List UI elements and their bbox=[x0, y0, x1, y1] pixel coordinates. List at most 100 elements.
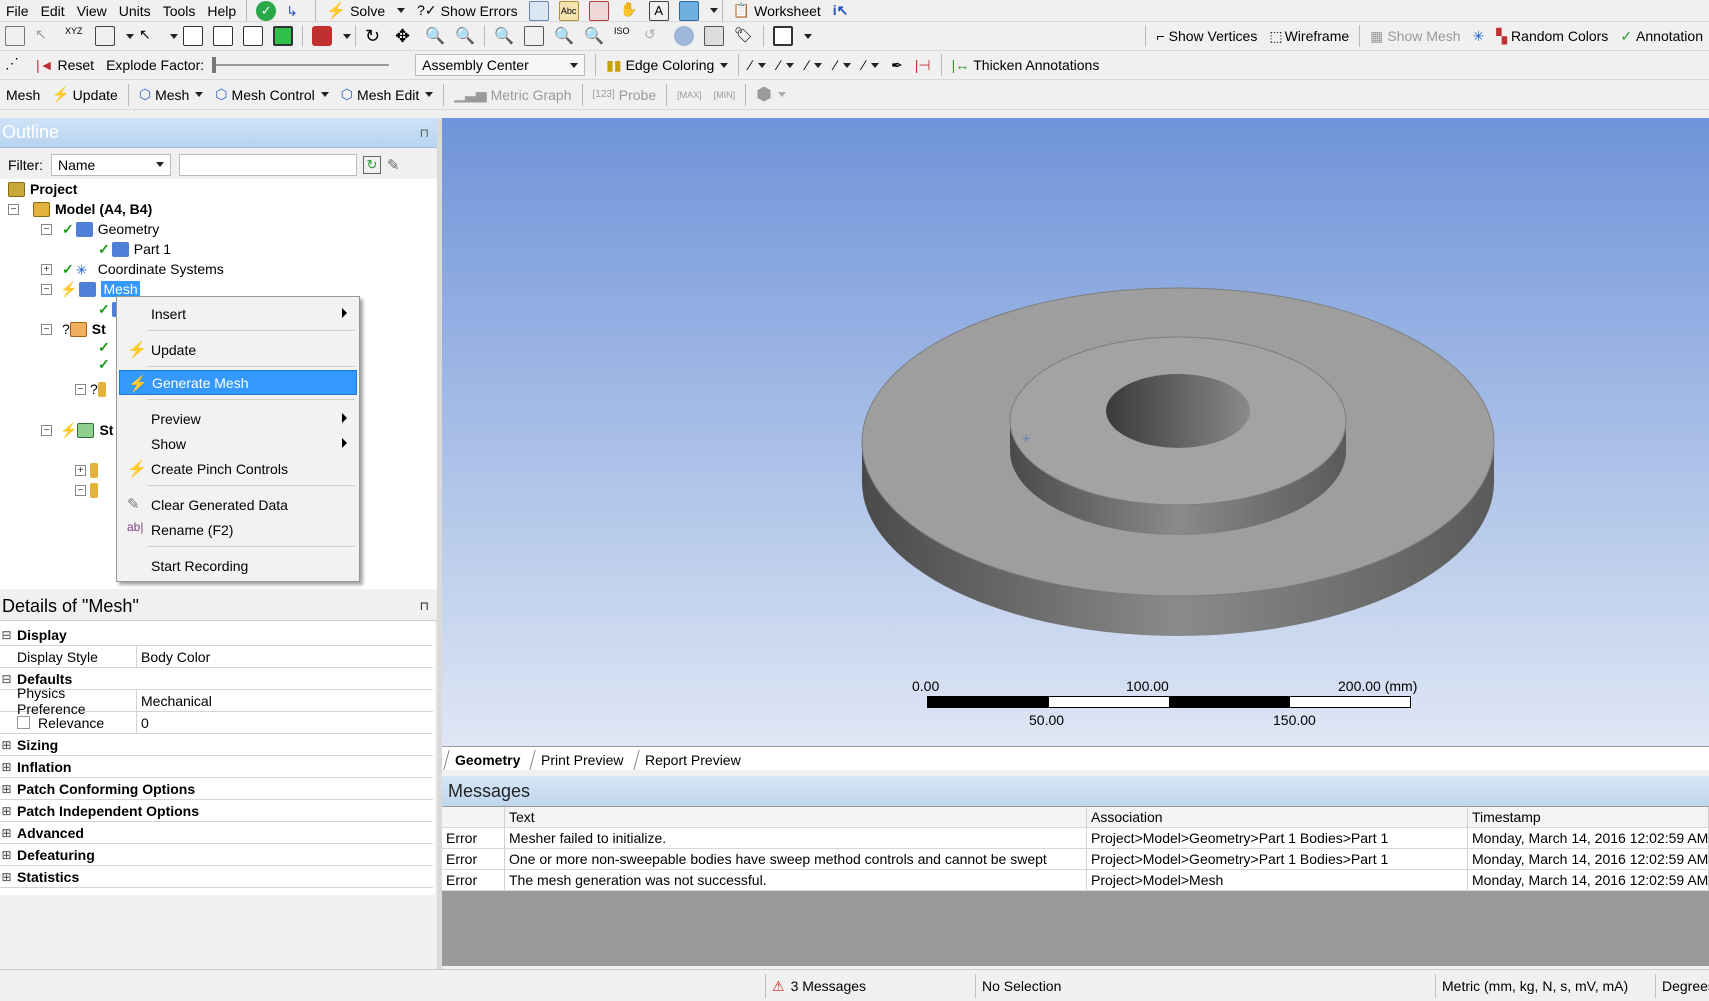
table-row[interactable]: Error Mesher failed to initialize. Proje… bbox=[442, 828, 1709, 849]
menu-file[interactable]: File bbox=[0, 0, 35, 21]
expand-icon[interactable]: + bbox=[75, 464, 86, 476]
expand-icon[interactable]: ⊞ bbox=[0, 734, 13, 755]
text-icon[interactable]: A bbox=[648, 0, 669, 21]
thin-edge-icon[interactable]: |⊣ bbox=[909, 51, 937, 79]
zoom-box-icon[interactable]: 🔍 bbox=[455, 26, 475, 46]
min-icon[interactable]: [MIN] bbox=[708, 80, 742, 109]
collapse-icon[interactable]: − bbox=[75, 383, 86, 395]
zoom-icon[interactable]: 🔍 bbox=[425, 26, 445, 46]
assembly-center-select[interactable]: Assembly Center bbox=[415, 54, 586, 76]
axis-icon[interactable]: ✳ bbox=[1467, 22, 1491, 50]
tab-report-preview[interactable]: Report Preview bbox=[633, 750, 752, 770]
update-button[interactable]: ⚡ Update bbox=[46, 80, 124, 109]
abc-icon[interactable]: Abc bbox=[558, 0, 579, 21]
details-group-display[interactable]: ⊟ Display bbox=[0, 624, 433, 646]
magnifier-grey-icon[interactable]: 🔍 bbox=[584, 26, 604, 46]
graph-link-icon[interactable]: ↳ bbox=[286, 1, 306, 21]
chevron-down-icon[interactable] bbox=[343, 33, 351, 39]
collapse-icon[interactable]: − bbox=[8, 203, 19, 215]
collapse-icon[interactable]: − bbox=[41, 283, 52, 295]
chevron-down-icon[interactable] bbox=[804, 33, 812, 39]
tree-node-geometry[interactable]: − ✓ Geometry bbox=[41, 219, 159, 239]
details-group-patch-independent[interactable]: ⊞ Patch Independent Options bbox=[0, 800, 433, 822]
table-icon[interactable] bbox=[528, 0, 549, 21]
collapse-icon[interactable]: ⊟ bbox=[0, 624, 13, 645]
expand-icon[interactable]: ⊞ bbox=[0, 844, 13, 865]
tab-geometry[interactable]: Geometry bbox=[443, 750, 532, 770]
details-group-advanced[interactable]: ⊞ Advanced bbox=[0, 822, 433, 844]
details-row-physics-preference[interactable]: Physics Preference Mechanical bbox=[0, 685, 433, 717]
info-icon[interactable]: i↖ bbox=[827, 0, 855, 21]
edge-style-4-icon[interactable]: ∕ bbox=[828, 51, 856, 79]
show-errors-button[interactable]: ?✓ Show Errors bbox=[411, 0, 524, 21]
xyz-icon[interactable]: XYZ bbox=[65, 26, 85, 46]
edge-style-2-icon[interactable]: ∕ bbox=[772, 51, 800, 79]
menu-tools[interactable]: Tools bbox=[157, 0, 202, 21]
body-select-icon[interactable] bbox=[273, 26, 293, 46]
menu-edit[interactable]: Edit bbox=[35, 0, 71, 21]
viewport-icon[interactable] bbox=[773, 26, 793, 46]
collapse-icon[interactable]: ⊟ bbox=[0, 668, 13, 689]
table-row[interactable]: Error One or more non-sweepable bodies h… bbox=[442, 849, 1709, 870]
solve-button[interactable]: ⚡ Solve bbox=[320, 0, 411, 21]
reset-button[interactable]: |◄ Reset bbox=[30, 51, 100, 79]
image-icon[interactable] bbox=[678, 0, 699, 21]
extend-icon[interactable] bbox=[312, 26, 332, 46]
random-colors-button[interactable]: ▚ Random Colors bbox=[1490, 22, 1614, 50]
pan-icon[interactable]: ✥ bbox=[395, 26, 415, 46]
menu-item-rename[interactable]: ab| Rename (F2) bbox=[119, 517, 357, 542]
menu-item-show[interactable]: Show bbox=[119, 431, 357, 456]
filter-input[interactable] bbox=[179, 153, 357, 176]
menu-item-start-recording[interactable]: Start Recording bbox=[119, 553, 357, 578]
menu-help[interactable]: Help bbox=[201, 0, 242, 21]
tree-node-static-2-b[interactable]: − bbox=[75, 480, 103, 500]
menu-item-preview[interactable]: Preview bbox=[119, 406, 357, 431]
details-group-statistics[interactable]: ⊞ Statistics bbox=[0, 866, 433, 888]
chevron-down-icon[interactable] bbox=[126, 33, 134, 39]
expand-icon[interactable]: ⊞ bbox=[0, 756, 13, 777]
camera-icon[interactable] bbox=[674, 26, 694, 46]
worksheet-button[interactable]: 📋 Worksheet bbox=[727, 0, 827, 21]
expand-icon[interactable]: + bbox=[41, 263, 52, 275]
graphics-viewport[interactable]: + 0.00 100.00 200.00 (mm) 50.00 150.00 bbox=[442, 118, 1709, 746]
pin-icon[interactable]: ⊓ bbox=[420, 126, 429, 140]
status-messages[interactable]: ⚠ 3 Messages bbox=[765, 974, 975, 998]
edge-style-3-icon[interactable]: ∕ bbox=[800, 51, 828, 79]
tree-node-coordinate-systems[interactable]: + ✓ ✳ Coordinate Systems bbox=[41, 259, 224, 279]
details-group-defeaturing[interactable]: ⊞ Defeaturing bbox=[0, 844, 433, 866]
details-group-sizing[interactable]: ⊞ Sizing bbox=[0, 734, 433, 756]
arrow-icon[interactable]: ↖ bbox=[35, 26, 55, 46]
menu-item-create-pinch-controls[interactable]: ⚡ Create Pinch Controls bbox=[119, 456, 357, 481]
probe-button[interactable]: [123] Probe bbox=[587, 80, 663, 109]
magnifier-green-icon[interactable]: 🔍 bbox=[554, 26, 574, 46]
chevron-down-icon[interactable] bbox=[170, 33, 178, 39]
previous-view-icon[interactable]: ↺ bbox=[644, 26, 664, 46]
menu-units[interactable]: Units bbox=[113, 0, 157, 21]
max-icon[interactable]: [MAX] bbox=[671, 80, 708, 109]
tree-node-model[interactable]: − Model (A4, B4) bbox=[8, 199, 152, 219]
tag-icon[interactable]: 🏷 bbox=[734, 26, 754, 46]
edge-coloring-button[interactable]: ▮▮ Edge Coloring bbox=[600, 51, 734, 79]
pointer-icon[interactable]: ↖ bbox=[139, 26, 159, 46]
iso-icon[interactable]: ISO bbox=[614, 26, 634, 46]
expand-icon[interactable]: ⊞ bbox=[0, 866, 13, 887]
details-group-patch-conforming[interactable]: ⊞ Patch Conforming Options bbox=[0, 778, 433, 800]
chart-icon[interactable] bbox=[588, 0, 609, 21]
explode-icon[interactable]: ⋰ bbox=[5, 55, 25, 75]
relevance-checkbox[interactable] bbox=[17, 716, 30, 729]
annotation-button[interactable]: ✓ Annotation bbox=[1614, 22, 1709, 50]
tree-node-project[interactable]: Project bbox=[8, 179, 77, 199]
tree-node-static-2[interactable]: − ⚡ St bbox=[41, 420, 113, 440]
wireframe-button[interactable]: ⬚ Wireframe bbox=[1263, 22, 1355, 50]
rotate-icon[interactable]: ↻ bbox=[365, 26, 385, 46]
metric-graph-button[interactable]: ▁▃▅ Metric Graph bbox=[448, 80, 577, 109]
collapse-icon[interactable]: − bbox=[41, 323, 52, 335]
select-mode-icon[interactable] bbox=[5, 26, 25, 46]
vertex-select-icon[interactable] bbox=[183, 26, 203, 46]
clear-filter-icon[interactable]: ✎ bbox=[387, 156, 400, 174]
menu-item-insert[interactable]: Insert bbox=[119, 301, 357, 326]
expand-icon[interactable]: ⊞ bbox=[0, 800, 13, 821]
mesh-dropdown[interactable]: ⬡ Mesh bbox=[133, 80, 209, 109]
tree-node-static-2-a[interactable]: + bbox=[75, 460, 103, 480]
explode-slider[interactable] bbox=[212, 57, 390, 73]
